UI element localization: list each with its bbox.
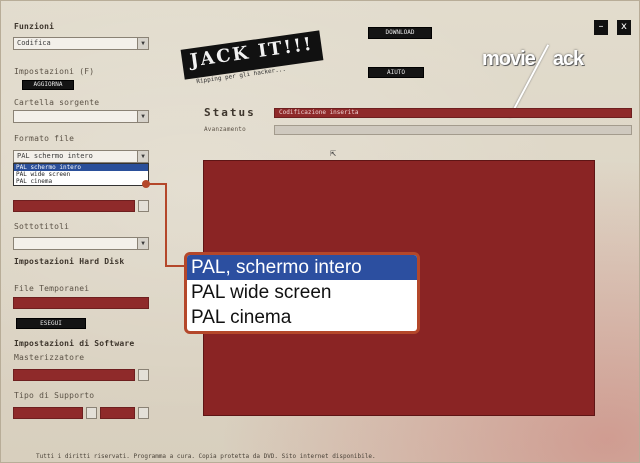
formato-dropdown-list: PAL schermo intero PAL wide screen PAL c… (13, 163, 149, 186)
callout-option-1[interactable]: PAL wide screen (187, 280, 417, 305)
impostazioni-hard-label: Impostazioni Hard Disk (14, 257, 125, 266)
mouse-cursor-icon: ⇱ (330, 148, 337, 159)
mini-option-0[interactable]: PAL schermo intero (14, 164, 148, 171)
masterizzatore-field[interactable] (13, 369, 135, 381)
mini-option-2[interactable]: PAL cinema (14, 178, 148, 185)
formato-value: PAL schermo intero (17, 152, 93, 160)
tipo-button-2[interactable] (138, 407, 149, 419)
minimize-button[interactable]: – (594, 20, 608, 35)
chevron-down-icon: ▼ (137, 238, 148, 249)
tipo-field-2[interactable] (100, 407, 135, 419)
cartella-label: Cartella sorgente (14, 98, 100, 107)
mini-option-1[interactable]: PAL wide screen (14, 171, 148, 178)
formato-label: Formato file (14, 134, 75, 143)
masterizzatore-button[interactable] (138, 369, 149, 381)
impostazioni-sw-label: Impostazioni di Software (14, 339, 135, 348)
aiuto-button[interactable]: AIUTO (368, 67, 424, 78)
chevron-down-icon: ▼ (137, 38, 148, 49)
sottotitoli-select[interactable]: ▼ (13, 237, 149, 250)
brand-left: movie (482, 48, 536, 70)
impostazioni-label: Impostazioni (F) (14, 67, 95, 76)
status-value: Codificazione inserita (274, 108, 632, 118)
tipo-field-1[interactable] (13, 407, 83, 419)
progress-bar (274, 125, 632, 135)
esegui-button[interactable]: ESEGUI (16, 318, 86, 329)
avanzamento-label: Avanzamento (204, 126, 246, 133)
status-label: Status (204, 106, 256, 119)
download-button[interactable]: DOWNLOAD (368, 27, 432, 39)
callout-option-0[interactable]: PAL, schermo intero (187, 255, 417, 280)
close-button[interactable]: x (617, 20, 631, 35)
masterizzatore-label: Masterizzatore (14, 353, 85, 362)
callout-list: PAL, schermo intero PAL wide screen PAL … (187, 255, 417, 331)
formato-red-field[interactable] (13, 200, 135, 212)
zoom-callout: PAL, schermo intero PAL wide screen PAL … (184, 252, 420, 334)
funzioni-select[interactable]: Codifica ▼ (13, 37, 149, 50)
cartella-select[interactable]: ▼ (13, 110, 149, 123)
chevron-down-icon: ▼ (137, 111, 148, 122)
file-temp-label: File Temporanei (14, 284, 90, 293)
file-temp-field[interactable] (13, 297, 149, 309)
sottotitoli-label: Sottotitoli (14, 222, 70, 231)
formato-select[interactable]: PAL schermo intero ▼ (13, 150, 149, 163)
callout-line (165, 183, 167, 267)
aggiorna-button[interactable]: AGGIORNA (22, 80, 74, 90)
funzioni-label: Funzioni (14, 22, 55, 31)
formato-red-field-button[interactable] (138, 200, 149, 212)
callout-option-2[interactable]: PAL cinema (187, 305, 417, 330)
chevron-down-icon: ▼ (137, 151, 148, 162)
funzioni-value: Codifica (17, 39, 51, 47)
brand-logo: movie ack (482, 48, 584, 71)
tipo-button-1[interactable] (86, 407, 97, 419)
brand-right: ack (552, 48, 584, 70)
footer-text: Tutti i diritti riservati. Programma a c… (36, 453, 376, 460)
tipo-label: Tipo di Supporto (14, 391, 95, 400)
